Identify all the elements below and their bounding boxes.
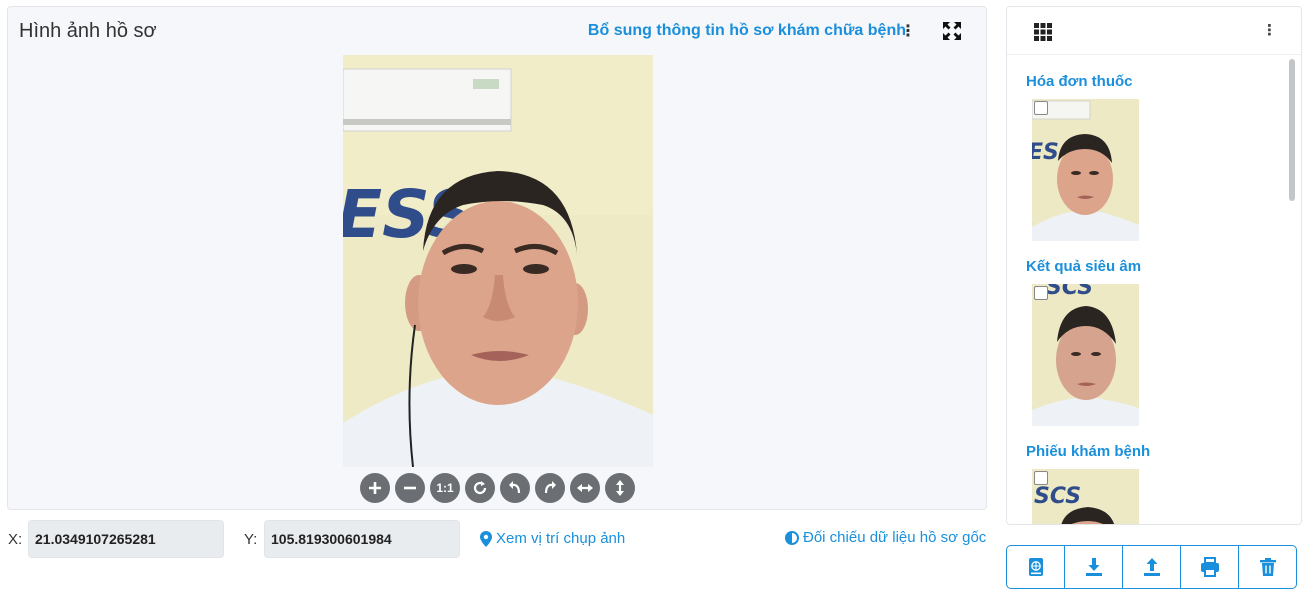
thumbnail-checkbox[interactable] [1034,101,1048,115]
document-group: Kết quả siêu âm SCS [1026,258,1142,426]
more-options-icon[interactable]: ⋮ [900,21,916,41]
document-thumbnail[interactable]: SCS [1032,284,1139,426]
image-viewer-panel: Hình ảnh hồ sơ Bổ sung thông tin hồ sơ k… [7,6,987,510]
document-group-title: Phiếu khám bệnh [1026,443,1151,460]
svg-text:ES: ES [1032,140,1059,165]
rotate-left-button[interactable] [500,473,530,503]
thumbnail-checkbox[interactable] [1034,471,1048,485]
panel-title: Hình ảnh hồ sơ [19,20,157,42]
download-button[interactable] [1065,546,1123,588]
svg-text:SCS: SCS [1034,484,1081,509]
y-coordinate-input[interactable] [264,520,460,558]
record-photo[interactable]: ESS [343,55,653,467]
svg-text:SCS: SCS [1046,284,1093,300]
upload-button[interactable] [1123,546,1181,588]
document-action-bar [1006,545,1297,589]
delete-button[interactable] [1239,546,1296,588]
flip-horizontal-button[interactable] [570,473,600,503]
zoom-in-button[interactable] [360,473,390,503]
document-group: Hóa đơn thuốc ES [1026,73,1139,241]
print-button[interactable] [1181,546,1239,588]
x-coordinate-input[interactable] [28,520,224,558]
document-thumbnail[interactable]: SCS [1032,469,1139,524]
upload-icon [1143,558,1160,576]
trash-icon [1259,558,1276,576]
document-list: Hóa đơn thuốc ES Kết quả siêu âm [1007,56,1287,524]
flip-horizontal-icon [577,484,593,492]
reset-button[interactable] [465,473,495,503]
compare-original-record-label: Đối chiếu dữ liệu hồ sơ gốc [803,529,987,546]
view-photo-location-label: Xem vị trí chụp ảnh [496,530,626,547]
document-thumbnail[interactable]: ES [1032,99,1139,241]
document-group: Phiếu khám bệnh SCS [1026,443,1151,524]
document-list-header: ⋮ [1007,7,1301,55]
rotate-right-button[interactable] [535,473,565,503]
map-marker-icon [480,530,492,547]
grid-icon[interactable] [1034,23,1052,41]
flip-vertical-icon [616,480,624,496]
zoom-out-button[interactable] [395,473,425,503]
document-group-title: Hóa đơn thuốc [1026,73,1133,90]
document-group-title: Kết quả siêu âm [1026,258,1142,275]
rotate-right-icon [544,481,556,494]
image-toolbar: 1:1 [360,473,635,503]
view-photo-location-link[interactable]: Xem vị trí chụp ảnh [480,530,625,547]
thumbnail-checkbox[interactable] [1034,286,1048,300]
contrast-icon [785,530,799,545]
rotate-left-icon [509,481,521,494]
actual-size-button[interactable]: 1:1 [430,473,460,503]
compare-original-record-link[interactable]: Đối chiếu dữ liệu hồ sơ gốc [785,529,986,546]
flip-vertical-button[interactable] [605,473,635,503]
download-icon [1085,558,1102,576]
minus-icon [404,486,416,490]
expand-icon[interactable] [942,21,962,41]
refresh-icon [473,481,487,495]
globe-book-icon [1028,558,1043,576]
y-label: Y: [244,531,258,548]
plus-icon [369,482,381,494]
document-list-panel: ⋮ Hóa đơn thuốc ES [1006,6,1302,525]
x-label: X: [8,531,23,548]
print-icon [1200,557,1219,577]
globe-book-button[interactable] [1007,546,1065,588]
more-options-icon[interactable]: ⋮ [1262,21,1277,39]
scrollbar[interactable] [1289,59,1295,201]
supplement-record-link[interactable]: Bổ sung thông tin hồ sơ khám chữa bệnh [588,22,906,40]
one-to-one-icon: 1:1 [436,481,454,495]
